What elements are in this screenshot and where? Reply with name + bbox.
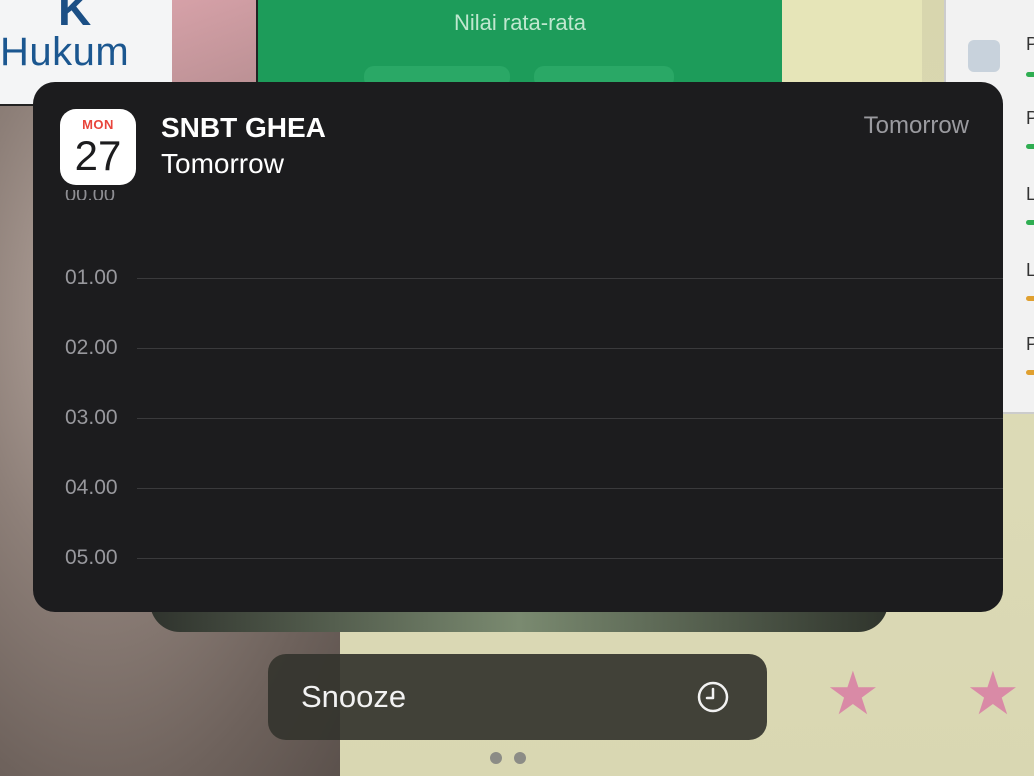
widget-yellow	[782, 0, 922, 84]
side-list-bar	[1026, 296, 1034, 301]
side-list-bar	[1026, 220, 1034, 225]
hour-gridline	[137, 278, 1003, 279]
hour-gridline	[137, 348, 1003, 349]
side-list-bar	[1026, 72, 1034, 77]
hour-row: 02.00	[33, 336, 1003, 360]
snooze-label: Snooze	[301, 679, 407, 714]
hour-gridline	[137, 558, 1003, 559]
notification-title: SNBT GHEA	[161, 112, 326, 143]
globe-icon	[968, 40, 1000, 72]
star-decoration: ★	[826, 660, 880, 727]
side-list-bar	[1026, 370, 1034, 375]
side-list-bar	[1026, 144, 1034, 149]
side-list-item: P	[1026, 334, 1034, 354]
calendar-icon-month: MON	[82, 117, 114, 132]
hour-gridline	[137, 418, 1003, 419]
calendar-icon: MON 27	[60, 109, 136, 185]
hour-row: 01.00	[33, 266, 1003, 290]
calendar-icon-day: 27	[74, 132, 122, 179]
calendar-notification[interactable]: MON 27 SNBT GHEA Tomorrow Tomorrow 00.00…	[33, 82, 1003, 612]
side-list-item: P	[1026, 108, 1034, 128]
side-list-item: P	[1026, 34, 1034, 54]
widget-grade-title: Nilai rata-rata	[453, 10, 587, 35]
widget-grade-card: Nilai rata-rata	[256, 0, 784, 88]
star-decoration: ★	[966, 660, 1020, 727]
hour-label-cut: 00.00	[65, 190, 115, 200]
snooze-button[interactable]: Snooze	[268, 654, 767, 740]
hour-gridline	[137, 488, 1003, 489]
notification-subtitle: Tomorrow	[161, 148, 284, 179]
hour-row: 03.00	[33, 406, 1003, 430]
page-dot	[514, 752, 526, 764]
page-dot	[490, 752, 502, 764]
widget-logo-text: Hukum	[0, 30, 130, 74]
hour-row: 04.00	[33, 476, 1003, 500]
calendar-timeline[interactable]: 00.00 01.00 02.00 03.00 04.00 05.00	[33, 190, 1003, 612]
side-list-item: L	[1026, 184, 1034, 204]
clock-icon	[697, 681, 729, 713]
page-indicator	[490, 752, 526, 764]
notification-time: Tomorrow	[863, 112, 969, 139]
widget-logo-mark: K	[58, 0, 92, 35]
side-list-item: L	[1026, 260, 1034, 280]
hour-row: 05.00	[33, 546, 1003, 570]
